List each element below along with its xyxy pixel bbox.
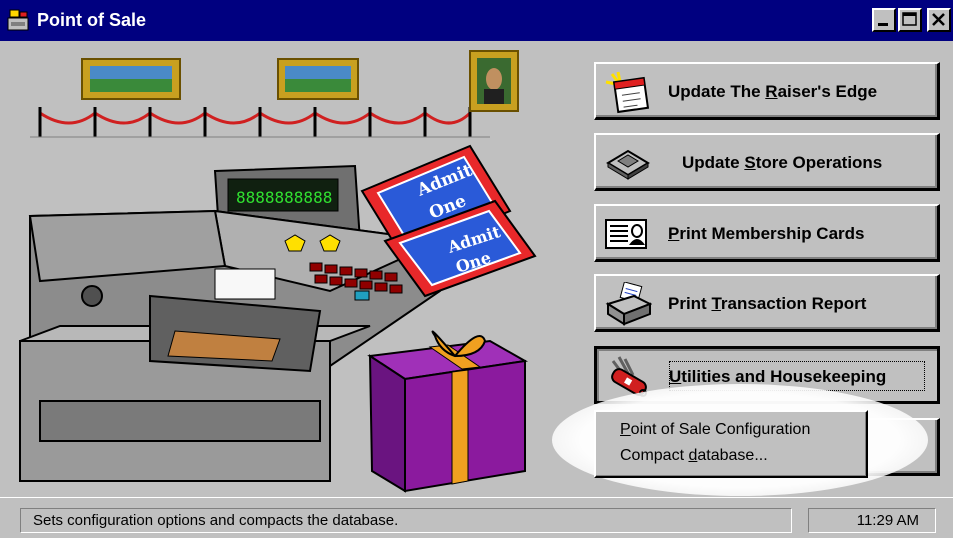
- status-bar: Sets configuration options and compacts …: [0, 497, 953, 538]
- update-raisers-edge-label: Update The Raiser's Edge: [668, 82, 878, 101]
- minimize-button[interactable]: [872, 8, 896, 32]
- window-title: Point of Sale: [37, 10, 147, 30]
- register-display-digits: 8888888888: [236, 188, 332, 207]
- print-transaction-report-label: Print Transaction Report: [668, 294, 867, 313]
- print-membership-cards-label: Print Membership Cards: [668, 224, 865, 243]
- painting-landscape-2: [277, 58, 359, 100]
- menu-item-pos-configuration[interactable]: Point of Sale Configuration: [620, 421, 810, 439]
- app-window: Point of Sale 8888888888 Admit One Admit…: [0, 0, 953, 538]
- painting-landscape-1: [81, 58, 181, 100]
- print-transaction-report-button[interactable]: Print Transaction Report: [594, 274, 940, 332]
- update-raisers-edge-button[interactable]: Update The Raiser's Edge: [594, 62, 940, 120]
- printer-icon: [605, 282, 652, 326]
- maximize-button[interactable]: [898, 8, 922, 32]
- maximize-icon: [902, 12, 917, 26]
- gift-box: [367, 330, 528, 493]
- clock-time: 11:29 AM: [856, 512, 919, 529]
- floppy-disk-icon: [606, 149, 650, 180]
- cash-register-illustration: 8888888888 Admit One Admit One: [19, 50, 537, 493]
- painting-portrait: [469, 50, 519, 112]
- raisers-edge-notepad-icon: [605, 71, 650, 114]
- membership-card-icon: [605, 219, 647, 249]
- cash-register-app-icon[interactable]: [6, 8, 30, 32]
- title-bar[interactable]: Point of Sale: [0, 0, 953, 41]
- status-message: Sets configuration options and compacts …: [33, 512, 399, 529]
- close-icon: [932, 13, 945, 26]
- velvet-rope: [30, 107, 490, 138]
- menu-item-compact-database[interactable]: Compact database...: [620, 447, 768, 465]
- print-membership-cards-button[interactable]: Print Membership Cards: [594, 204, 940, 262]
- close-button[interactable]: [927, 8, 951, 32]
- update-store-operations-button[interactable]: Update Store Operations: [594, 133, 940, 191]
- status-message-panel: Sets configuration options and compacts …: [20, 508, 792, 533]
- utilities-popup-menu: Point of Sale Configuration Compact data…: [594, 410, 868, 478]
- update-store-operations-label: Update Store Operations: [682, 153, 883, 172]
- clock-panel: 11:29 AM: [808, 508, 936, 533]
- minimize-icon: [878, 23, 888, 26]
